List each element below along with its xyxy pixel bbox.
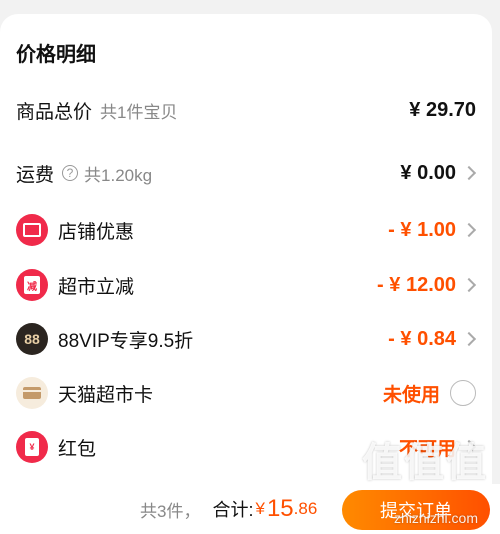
total-integer: 15 <box>266 495 294 522</box>
88vip-icon: 88 <box>16 323 48 355</box>
market-card-status: 未使用 <box>382 384 440 406</box>
shipping-label: 运费 <box>16 164 55 186</box>
shop-discount-value: - ¥ 1.00 <box>388 218 456 241</box>
market-reduce-label: 超市立减 <box>58 276 135 298</box>
chevron-right-icon <box>461 222 477 238</box>
shop-discount-label: 店铺优惠 <box>58 221 135 243</box>
goods-count: 共1件宝贝 <box>100 102 178 122</box>
question-icon[interactable]: ? <box>62 165 79 181</box>
watermark-site: zhizhizhi.com <box>393 510 478 526</box>
market-card-radio[interactable] <box>450 380 476 406</box>
goods-total-row: 商品总价 共1件宝贝 ¥ 29.70 <box>0 90 492 130</box>
vip-discount-value: - ¥ 0.84 <box>388 327 456 350</box>
coupon-icon <box>16 214 48 246</box>
currency-symbol: ¥ <box>255 499 265 518</box>
goods-total-label: 商品总价 <box>16 101 93 123</box>
price-detail-panel: 价格明细 商品总价 共1件宝贝 ¥ 29.70 运费 ? 共1.20kg ¥ 0… <box>0 14 492 484</box>
red-packet-label: 红包 <box>58 438 97 460</box>
shipping-weight: 共1.20kg <box>84 165 153 185</box>
item-count: 共3件， <box>140 501 201 521</box>
market-card-row[interactable]: 天猫超市卡 未使用 <box>0 373 492 413</box>
market-card-label: 天猫超市卡 <box>58 384 154 406</box>
reduce-icon: 减 <box>16 269 48 301</box>
order-summary: 共3件， 合计: ¥ 15 .86 <box>140 484 317 534</box>
shipping-value: ¥ 0.00 <box>400 161 456 184</box>
panel-title: 价格明细 <box>16 44 96 66</box>
market-reduce-row[interactable]: 减 超市立减 - ¥ 12.00 <box>0 265 492 305</box>
card-icon <box>16 377 48 409</box>
watermark-logo: 值值值 <box>362 441 488 485</box>
chevron-right-icon <box>461 165 477 181</box>
vip-discount-label: 88VIP专享9.5折 <box>58 330 194 352</box>
chevron-right-icon <box>461 277 477 293</box>
checkout-bar: 共3件， 合计: ¥ 15 .86 提交订单 <box>0 484 500 534</box>
total-decimal: .86 <box>293 499 318 518</box>
vip-discount-row[interactable]: 88 88VIP专享9.5折 - ¥ 0.84 <box>0 319 492 359</box>
market-reduce-value: - ¥ 12.00 <box>377 273 456 296</box>
shipping-row[interactable]: 运费 ? 共1.20kg ¥ 0.00 <box>0 153 492 193</box>
shop-discount-row[interactable]: 店铺优惠 - ¥ 1.00 <box>0 210 492 250</box>
chevron-right-icon <box>461 331 477 347</box>
goods-total-value: ¥ 29.70 <box>409 98 476 121</box>
total-label: 合计: <box>212 500 254 520</box>
red-packet-icon: ¥ <box>16 431 48 463</box>
